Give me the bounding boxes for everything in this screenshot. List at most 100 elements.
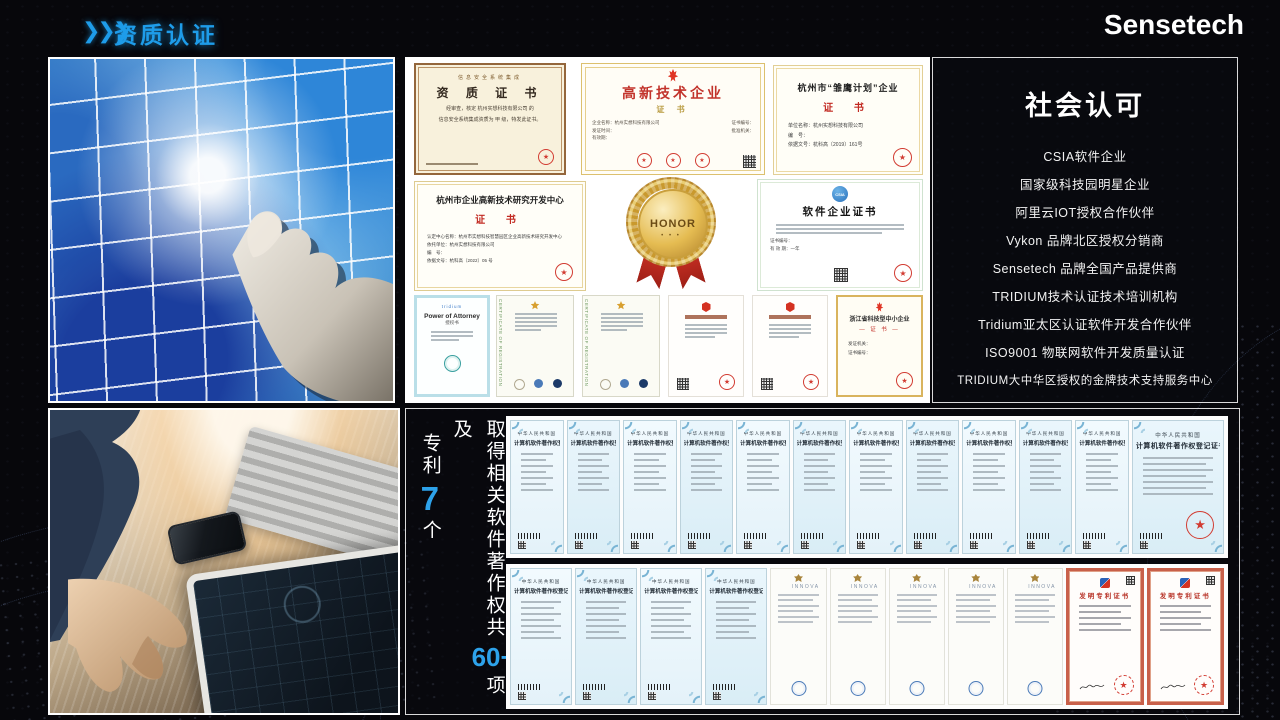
qr-code — [801, 541, 809, 549]
text-line — [431, 335, 473, 337]
cert-fields: 认定中心名称：杭州市实想科技智慧园区企业高新技术研究开发中心 依托单位：杭州实想… — [427, 233, 585, 265]
text-line — [1086, 465, 1118, 467]
cert-registration-iso: CERTIFICATE OF REGISTRATION — [496, 295, 574, 397]
cert-field: 证书编号： — [770, 237, 922, 245]
text-line — [1030, 471, 1055, 473]
caption-text: 个 — [420, 520, 441, 542]
text-line — [956, 605, 996, 607]
crest-icon — [853, 574, 862, 582]
corner-ornament — [720, 541, 731, 552]
gold-emblem-icon — [617, 301, 626, 310]
software-copyright-certificate: 中华人民共和国 计算机软件著作权登记证书 ★ — [567, 420, 621, 554]
medal-dots: • • • — [617, 233, 725, 239]
text-line — [634, 453, 666, 455]
text-line — [1030, 477, 1062, 479]
cert-field: 发证时间： — [592, 127, 660, 135]
cnipa-logo-icon — [1100, 578, 1110, 588]
cert-title: 发明专利证书 — [1073, 590, 1137, 600]
text-line — [515, 317, 557, 319]
software-copyright-certificate: 中华人民共和国 计算机软件著作权登记证书 — [705, 568, 767, 705]
barcode — [1027, 533, 1049, 539]
red-seal-icon: ★ — [666, 153, 681, 168]
cert-field: 依托单位：杭州实想科技有限公司 — [427, 241, 585, 249]
text-line — [1086, 483, 1111, 485]
cert-title: 计算机软件著作权登记证书 — [571, 439, 617, 447]
text-line — [1015, 594, 1055, 596]
corner-ornament — [795, 422, 806, 433]
blue-seal-icon — [968, 681, 983, 696]
text-line — [804, 483, 829, 485]
text-line — [897, 616, 937, 618]
seal-icon — [514, 379, 525, 390]
text-line — [685, 328, 727, 330]
corner-ornament — [707, 570, 718, 581]
barcode — [1140, 533, 1162, 539]
cert-title: 计算机软件著作权登记证书 — [684, 439, 730, 447]
text-line — [1086, 471, 1111, 473]
red-seal-icon: ★ — [695, 153, 710, 168]
text-line — [897, 621, 931, 623]
cert-eagle-plan-enterprise: 杭州市“雏鹰计划”企业 证 书 单位名称：杭州实想科技有限公司 编 号： 依据文… — [773, 65, 923, 175]
innova-certificate: INNOVA — [889, 568, 945, 705]
crest-icon — [912, 574, 921, 582]
seal-row: ★ ★ ★ — [582, 153, 764, 168]
qr-code — [1083, 541, 1091, 549]
blue-seal-icon — [791, 681, 806, 696]
qr-code — [970, 541, 978, 549]
cert-paragraph — [579, 601, 633, 639]
copyright-cert-group: 中华人民共和国 计算机软件著作权登记证书 — [510, 568, 767, 705]
seal-icon — [553, 379, 562, 388]
vertical-caption: 专利7个 取得相关软件著作权共60+项及 — [418, 419, 516, 707]
cert-paragraph — [893, 594, 941, 624]
text-line — [860, 483, 885, 485]
hand-touch-illustration — [141, 139, 395, 403]
text-line — [716, 601, 756, 603]
text-line — [917, 453, 949, 455]
text-line — [917, 483, 942, 485]
corner-ornament — [577, 570, 588, 581]
text-line — [897, 594, 937, 596]
text-line — [1030, 489, 1062, 491]
text-line — [601, 325, 643, 327]
seal-icon — [620, 379, 629, 388]
certificates-panel: 信息安全系统集成 资 质 证 书 经审查，核定 杭州实想科技有限公司 的 信息安… — [405, 57, 930, 403]
text-line — [769, 324, 811, 326]
corner-ornament — [551, 541, 562, 552]
cert-title-line — [769, 315, 810, 319]
text-line — [601, 313, 643, 315]
cert-paragraph — [627, 453, 673, 491]
seal-icon — [600, 379, 611, 390]
software-copyright-certificate: 中华人民共和国 计算机软件著作权登记证书 — [640, 568, 702, 705]
text-line — [860, 465, 892, 467]
text-line — [804, 465, 836, 467]
text-line — [521, 489, 553, 491]
crest-icon — [971, 574, 980, 582]
corner-ornament — [738, 422, 749, 433]
text-line — [521, 601, 561, 603]
text-line — [601, 317, 643, 319]
red-seal-icon: ★ — [893, 148, 912, 167]
text-line — [634, 477, 666, 479]
cert-footer: ★ — [677, 374, 735, 390]
innova-certificate: INNOVA — [770, 568, 826, 705]
text-line — [578, 459, 603, 461]
text-line — [778, 621, 812, 623]
csia-logo-icon: CSIA — [832, 186, 848, 202]
text-line — [917, 477, 949, 479]
cert-paragraph — [774, 594, 822, 624]
qr-code — [677, 378, 689, 390]
text-line — [515, 325, 557, 327]
text-line — [956, 616, 996, 618]
blue-seal-icon — [909, 681, 924, 696]
corner-ornament — [682, 422, 693, 433]
text-line — [586, 619, 619, 621]
text-line — [747, 471, 772, 473]
text-line — [1079, 629, 1131, 631]
cert-title: 计算机软件著作权登记证书 — [1023, 439, 1069, 447]
cert-fields: 发证机关： 证书编号： — [848, 339, 921, 357]
text-line — [838, 621, 872, 623]
text-line — [521, 465, 553, 467]
cert-paragraph — [571, 453, 617, 491]
cert-tagline: 信息安全系统集成 — [416, 74, 564, 81]
qr-code — [583, 692, 591, 700]
